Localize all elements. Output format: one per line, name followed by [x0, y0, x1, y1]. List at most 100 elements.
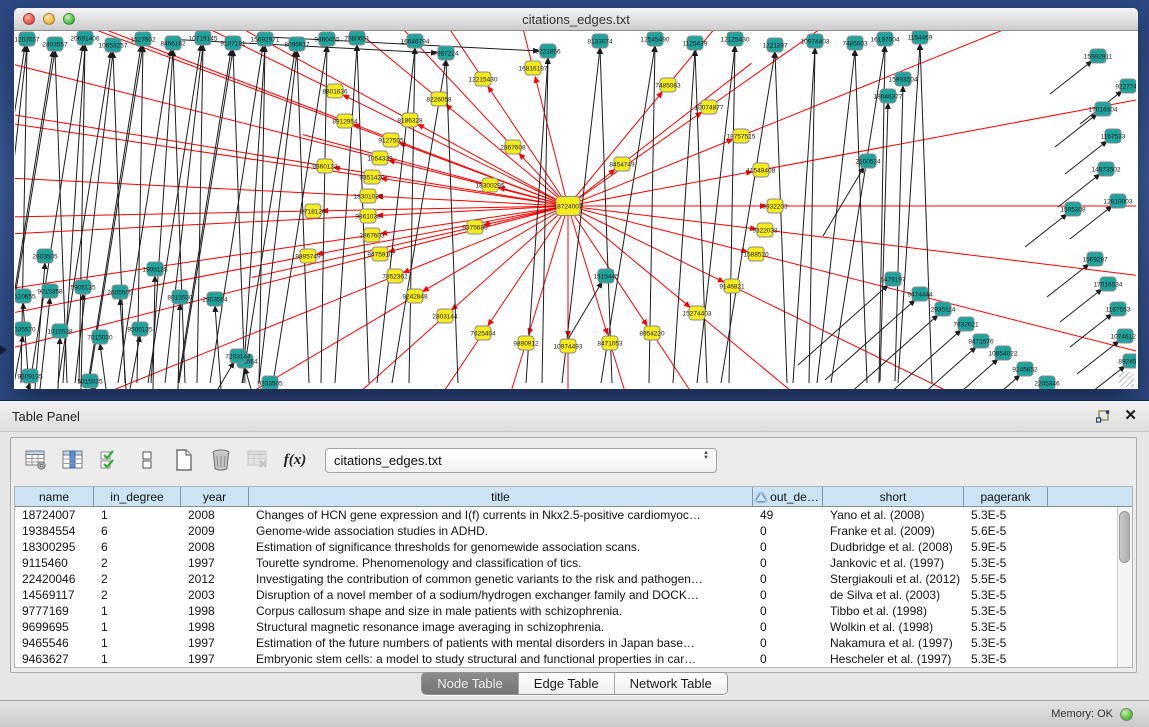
- graph-node-label: 8954220: [639, 330, 665, 337]
- column-header-short[interactable]: short: [823, 487, 964, 506]
- table-cell: 0: [753, 620, 823, 634]
- graph-node-label: 9860455: [314, 36, 340, 43]
- graph-node-label: 8466162: [160, 40, 186, 47]
- row-height-icon[interactable]: [134, 447, 160, 473]
- table-row[interactable]: 1456911722003Disruption of a novel membe…: [15, 587, 1132, 603]
- graph-node-label: 9375685: [462, 224, 488, 231]
- table-row[interactable]: 1872400712008Changes of HCN gene express…: [15, 507, 1132, 523]
- float-panel-icon[interactable]: [1096, 410, 1110, 423]
- tab-network-table[interactable]: Network Table: [615, 673, 727, 694]
- graph-node-label: 1125439: [683, 40, 708, 47]
- table-settings-icon[interactable]: [23, 447, 49, 473]
- table-row[interactable]: 1938455462009Genome-wide association stu…: [15, 523, 1132, 539]
- table-cell: 1: [94, 620, 181, 634]
- table-cell: 1998: [181, 620, 249, 634]
- panel-collapse-arrow-icon[interactable]: [0, 345, 7, 355]
- table-row[interactable]: 2242004622012Investigating the contribut…: [15, 571, 1132, 587]
- table-cell: 5.3E-5: [964, 652, 1048, 666]
- column-header-year[interactable]: year: [181, 487, 249, 506]
- network-view-window: citations_edges.txt 16816197122154308226…: [14, 8, 1138, 389]
- graph-node-label: 8186328: [397, 117, 423, 124]
- column-header-title[interactable]: title: [249, 487, 753, 506]
- graph-node-label: 8096917: [284, 41, 310, 48]
- graph-node-label: 9475910: [367, 251, 393, 258]
- window-titlebar[interactable]: citations_edges.txt: [14, 8, 1138, 31]
- table-cell: Genome-wide association studies in ADHD.: [249, 524, 753, 538]
- table-cell: 1: [94, 652, 181, 666]
- column-header-name[interactable]: name: [15, 487, 94, 506]
- graph-node-label: 17016504: [1089, 106, 1118, 113]
- node-table: namein_degreeyeartitleout_de…shortpagera…: [14, 486, 1133, 668]
- table-cell: 0: [753, 524, 823, 538]
- graph-node-label: 10719145: [189, 35, 218, 42]
- delete-rows-icon[interactable]: [208, 447, 234, 473]
- graph-node-label: 2903564: [202, 296, 228, 303]
- table-cell: 0: [753, 652, 823, 666]
- graph-node-label: 15692971: [251, 36, 280, 43]
- graph-node-label: 5015035: [77, 378, 103, 385]
- table-cell: 1998: [181, 604, 249, 618]
- column-header-in_degree[interactable]: in_degree: [94, 487, 181, 506]
- tab-edge-table[interactable]: Edge Table: [519, 673, 615, 694]
- table-cell: 9463627: [15, 652, 94, 666]
- graph-node-label: 9107191: [220, 40, 246, 47]
- graph-node-label: 9221856: [535, 48, 561, 55]
- graph-node-label: 8226058: [426, 96, 452, 103]
- table-cell: Disruption of a novel member of a sodium…: [249, 588, 753, 602]
- show-column-icon[interactable]: [60, 447, 86, 473]
- graph-node-label: 20691406: [71, 35, 100, 42]
- graph-node-label: 1569297: [1082, 256, 1108, 263]
- table-cell: 2: [94, 572, 181, 586]
- memory-ok-indicator: [1120, 708, 1133, 721]
- table-cell: Structural magnetic resonance image aver…: [249, 620, 753, 634]
- table-row[interactable]: 969969511998Structural magnetic resonanc…: [15, 619, 1132, 635]
- graph-node-label: 18724007: [554, 203, 583, 210]
- tab-node-table[interactable]: Node Table: [422, 673, 519, 694]
- table-cell: Franke et al. (2009): [823, 524, 964, 538]
- table-row[interactable]: 977716911998Corpus callosum shape and si…: [15, 603, 1132, 619]
- table-cell: 1997: [181, 556, 249, 570]
- table-row[interactable]: 911546021997Tourette syndrome. Phenomeno…: [15, 555, 1132, 571]
- table-vertical-scrollbar[interactable]: [1117, 507, 1132, 667]
- table-cell: 18724007: [15, 508, 94, 522]
- column-header-pagerank[interactable]: pagerank: [964, 487, 1048, 506]
- window-resize-grip[interactable]: [1119, 372, 1134, 387]
- table-selector-dropdown[interactable]: citations_edges.txt ▲▼: [325, 448, 717, 473]
- traffic-lights: [23, 13, 75, 25]
- table-cell: Investigating the contribution of common…: [249, 572, 753, 586]
- table-cell: 1997: [181, 652, 249, 666]
- network-canvas[interactable]: 1681619712215430822605881863289127505105…: [15, 31, 1136, 389]
- table-toolbar: f(x) citations_edges.txt ▲▼: [11, 438, 1136, 482]
- graph-node-label: 2867608: [500, 144, 526, 151]
- table-cell: 6: [94, 524, 181, 538]
- dropdown-arrows-icon: ▲▼: [703, 451, 709, 461]
- graph-node-label: 10074877: [695, 104, 724, 111]
- graph-node-label: 9245652: [1012, 366, 1038, 373]
- graph-node-label: 2803144: [432, 313, 458, 320]
- table-row[interactable]: 1830029562008Estimation of significance …: [15, 539, 1132, 555]
- select-rows-icon[interactable]: [97, 447, 123, 473]
- table-cell: Changes of HCN gene expression and I(f) …: [249, 508, 753, 522]
- status-bar: Memory: OK: [0, 700, 1149, 727]
- graph-node-label: 14973502: [1092, 166, 1121, 173]
- zoom-window-icon[interactable]: [63, 13, 75, 25]
- table-cell: 2003: [181, 588, 249, 602]
- memory-status-label: Memory: OK: [1051, 708, 1113, 720]
- table-row[interactable]: 946362711997Embryonic stem cells: a mode…: [15, 651, 1132, 667]
- new-table-icon[interactable]: [171, 447, 197, 473]
- table-row[interactable]: 946554611997Estimation of the future num…: [15, 635, 1132, 651]
- function-builder-icon[interactable]: f(x): [282, 447, 308, 473]
- close-panel-icon[interactable]: ✕: [1124, 409, 1137, 423]
- graph-node-label: 18757515: [727, 133, 756, 140]
- sort-ascending-icon: [756, 493, 766, 501]
- scrollbar-thumb[interactable]: [1119, 511, 1130, 563]
- close-window-icon[interactable]: [23, 13, 35, 25]
- graph-node-label: 9861038: [355, 213, 381, 220]
- column-header-out_de[interactable]: out_de…: [753, 487, 823, 506]
- graph-node-label: 1221397: [762, 42, 788, 49]
- graph-node-label: 7015030: [87, 334, 113, 341]
- minimize-window-icon[interactable]: [43, 13, 55, 25]
- table-cell: 5.5E-5: [964, 572, 1048, 586]
- graph-node-label: 11548408: [747, 167, 776, 174]
- graph-node-label: 2403557: [42, 41, 68, 48]
